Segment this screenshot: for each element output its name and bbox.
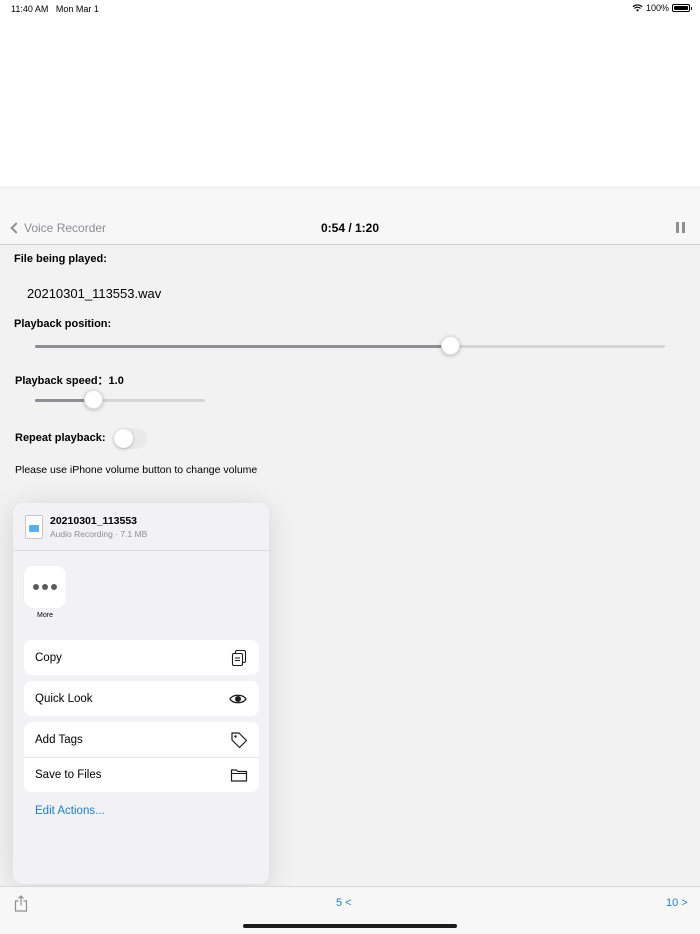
file-label: File being played: bbox=[14, 253, 107, 265]
status-time: 11:40 AM Mon Mar 1 bbox=[11, 4, 99, 14]
home-indicator bbox=[243, 924, 457, 928]
action-label: Save to Files bbox=[35, 769, 102, 781]
more-icon bbox=[33, 584, 39, 590]
action-label: Quick Look bbox=[35, 692, 93, 705]
pause-icon[interactable] bbox=[676, 222, 685, 233]
more-label: More bbox=[37, 612, 53, 619]
action-quick-look[interactable]: Quick Look bbox=[24, 681, 259, 716]
action-save-to-files[interactable]: Save to Files bbox=[24, 757, 259, 792]
audio-file-icon bbox=[25, 515, 43, 539]
skip-back-5-button[interactable]: 5 < bbox=[336, 897, 352, 909]
navigation-bar: Voice Recorder 0:54 / 1:20 bbox=[0, 188, 700, 245]
action-add-tags[interactable]: Add Tags bbox=[24, 722, 259, 757]
share-file-title: 20210301_113553 bbox=[50, 515, 138, 527]
wifi-icon bbox=[632, 4, 643, 12]
eye-icon bbox=[229, 694, 247, 703]
file-name: 20210301_113553.wav bbox=[27, 286, 162, 301]
action-group-files: Add Tags Save to Files bbox=[24, 722, 259, 792]
volume-note: Please use iPhone volume button to chang… bbox=[15, 464, 258, 476]
speed-slider-track bbox=[35, 399, 205, 402]
playback-time-title: 0:54 / 1:20 bbox=[320, 221, 380, 235]
status-bar: 11:40 AM Mon Mar 1 100% bbox=[0, 0, 700, 18]
battery-percent: 100% bbox=[645, 3, 669, 13]
action-label: Copy bbox=[35, 651, 62, 664]
position-slider-thumb[interactable] bbox=[441, 336, 460, 355]
action-group-copy: Copy bbox=[24, 640, 259, 675]
position-slider[interactable] bbox=[35, 336, 665, 356]
position-slider-track bbox=[35, 345, 665, 348]
action-group-quick-look: Quick Look bbox=[24, 681, 259, 716]
share-file-meta: Audio Recording · 7.1 MB bbox=[50, 529, 148, 539]
speed-slider[interactable] bbox=[35, 390, 205, 410]
copy-icon bbox=[231, 649, 247, 666]
share-icon[interactable] bbox=[14, 895, 28, 912]
tag-icon bbox=[231, 731, 248, 748]
speed-label: Playback speed：1.0 bbox=[15, 375, 124, 387]
share-sheet: 20210301_113553 Audio Recording · 7.1 MB… bbox=[13, 503, 269, 884]
more-button[interactable] bbox=[24, 566, 66, 608]
edit-actions-link[interactable]: Edit Actions... bbox=[35, 805, 105, 817]
skip-forward-10-button[interactable]: 10 > bbox=[666, 897, 688, 909]
action-label: Add Tags bbox=[35, 733, 83, 746]
repeat-toggle[interactable] bbox=[113, 428, 147, 449]
blank-header-area bbox=[0, 18, 700, 188]
action-copy[interactable]: Copy bbox=[24, 640, 259, 675]
position-label: Playback position: bbox=[14, 318, 112, 330]
speed-slider-thumb[interactable] bbox=[84, 390, 103, 409]
share-sheet-header: 20210301_113553 Audio Recording · 7.1 MB bbox=[13, 503, 269, 551]
repeat-label: Repeat playback: bbox=[15, 432, 106, 444]
folder-icon bbox=[230, 769, 248, 782]
battery-icon bbox=[672, 4, 692, 12]
